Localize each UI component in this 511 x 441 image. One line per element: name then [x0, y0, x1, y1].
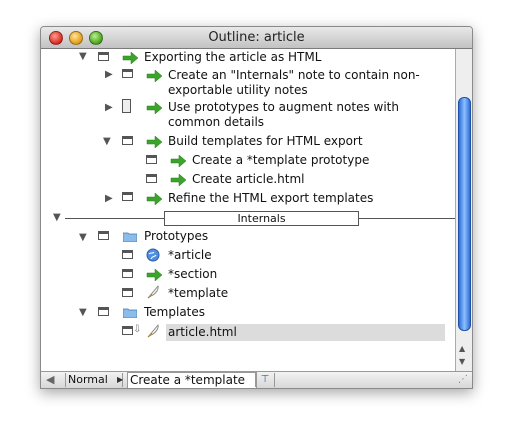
- title-bar[interactable]: Outline: article: [41, 27, 472, 49]
- row-label[interactable]: *article: [168, 248, 212, 263]
- disclosure-triangle-collapsed-icon[interactable]: ▶: [105, 102, 113, 114]
- row-label[interactable]: Templates: [144, 305, 205, 320]
- row-label[interactable]: Build templates for HTML export: [168, 134, 363, 149]
- vertical-scrollbar[interactable]: ▲ ▼: [455, 49, 472, 371]
- disclosure-triangle-collapsed-icon[interactable]: ▶: [105, 69, 113, 81]
- row-label[interactable]: Create a *template prototype: [192, 153, 369, 168]
- separator-line-right: [359, 218, 455, 219]
- disclosure-triangle-expanded-icon[interactable]: ▼: [79, 232, 87, 244]
- green-arrow-icon: [146, 102, 162, 114]
- outline-window: Outline: article ▼ Exporting the article…: [40, 26, 473, 389]
- row-label[interactable]: *section: [168, 267, 217, 282]
- disclosure-triangle-expanded-icon[interactable]: ▼: [103, 136, 111, 148]
- note-icon: [122, 136, 133, 145]
- separator-line-left: [65, 218, 164, 219]
- note-icon: [122, 192, 133, 201]
- note-icon: [146, 174, 157, 183]
- row-label[interactable]: Prototypes: [144, 229, 208, 244]
- note-icon: [98, 52, 109, 61]
- scroll-down-arrow-icon[interactable]: ▼: [459, 357, 465, 366]
- note-icon: [122, 250, 133, 259]
- alias-arrow-icon: ⇩: [133, 324, 142, 335]
- back-arrow-icon[interactable]: ◀: [46, 373, 54, 387]
- note-title-field[interactable]: Create a *template: [127, 372, 257, 388]
- note-icon: [98, 307, 109, 316]
- disclosure-triangle-expanded-icon[interactable]: ▼: [79, 307, 87, 319]
- note-icon: [122, 288, 133, 297]
- green-arrow-icon: [170, 155, 186, 167]
- disclosure-triangle-expanded-icon[interactable]: ▼: [53, 212, 61, 224]
- mode-popup-triangle-icon: ▶: [117, 375, 124, 384]
- folder-icon: [123, 232, 137, 242]
- resize-grip-icon[interactable]: ⋰: [458, 373, 468, 387]
- folder-icon: [123, 308, 137, 318]
- separator-internals[interactable]: Internals: [164, 211, 359, 226]
- disclosure-triangle-collapsed-icon[interactable]: ▶: [105, 193, 113, 205]
- globe-icon: [146, 248, 160, 262]
- outline-view: ▼ Exporting the article as HTML ▶ Create…: [41, 49, 455, 371]
- row-label[interactable]: *template: [168, 286, 228, 301]
- green-arrow-icon: [146, 136, 162, 148]
- row-label[interactable]: Use prototypes to augment notes with: [168, 100, 399, 115]
- row-label[interactable]: Create article.html: [192, 172, 304, 187]
- row-label[interactable]: Create an "Internals" note to contain no…: [168, 68, 420, 83]
- note-icon: [122, 269, 133, 278]
- note-icon: [122, 326, 133, 335]
- green-arrow-icon: [170, 174, 186, 186]
- note-icon: [146, 155, 157, 164]
- scroll-thumb[interactable]: [458, 97, 471, 331]
- row-label-continued: exportable utility notes: [168, 83, 308, 97]
- note-icon: [98, 231, 109, 240]
- row-label[interactable]: article.html: [168, 325, 237, 340]
- green-arrow-icon: [146, 70, 162, 82]
- row-label-continued: common details: [168, 115, 265, 129]
- quill-icon: [147, 285, 159, 299]
- add-note-icon[interactable]: ⊤: [255, 373, 275, 387]
- scroll-up-arrow-icon[interactable]: ▲: [459, 344, 465, 353]
- mode-popup[interactable]: Normal: [65, 373, 123, 387]
- quill-icon: [147, 324, 159, 338]
- disclosure-triangle-expanded-icon[interactable]: ▼: [79, 51, 87, 63]
- green-arrow-icon: [146, 193, 162, 205]
- status-bar: ◀ Normal ▶ Create a *template ⊤ ⋰: [41, 371, 472, 388]
- note-icon: [122, 69, 133, 78]
- row-label[interactable]: Refine the HTML export templates: [168, 191, 373, 206]
- green-arrow-icon: [122, 52, 138, 64]
- tall-note-icon: [122, 99, 131, 113]
- window-title: Outline: article: [208, 30, 305, 45]
- row-label[interactable]: Exporting the article as HTML: [144, 50, 321, 65]
- green-arrow-icon: [146, 269, 162, 281]
